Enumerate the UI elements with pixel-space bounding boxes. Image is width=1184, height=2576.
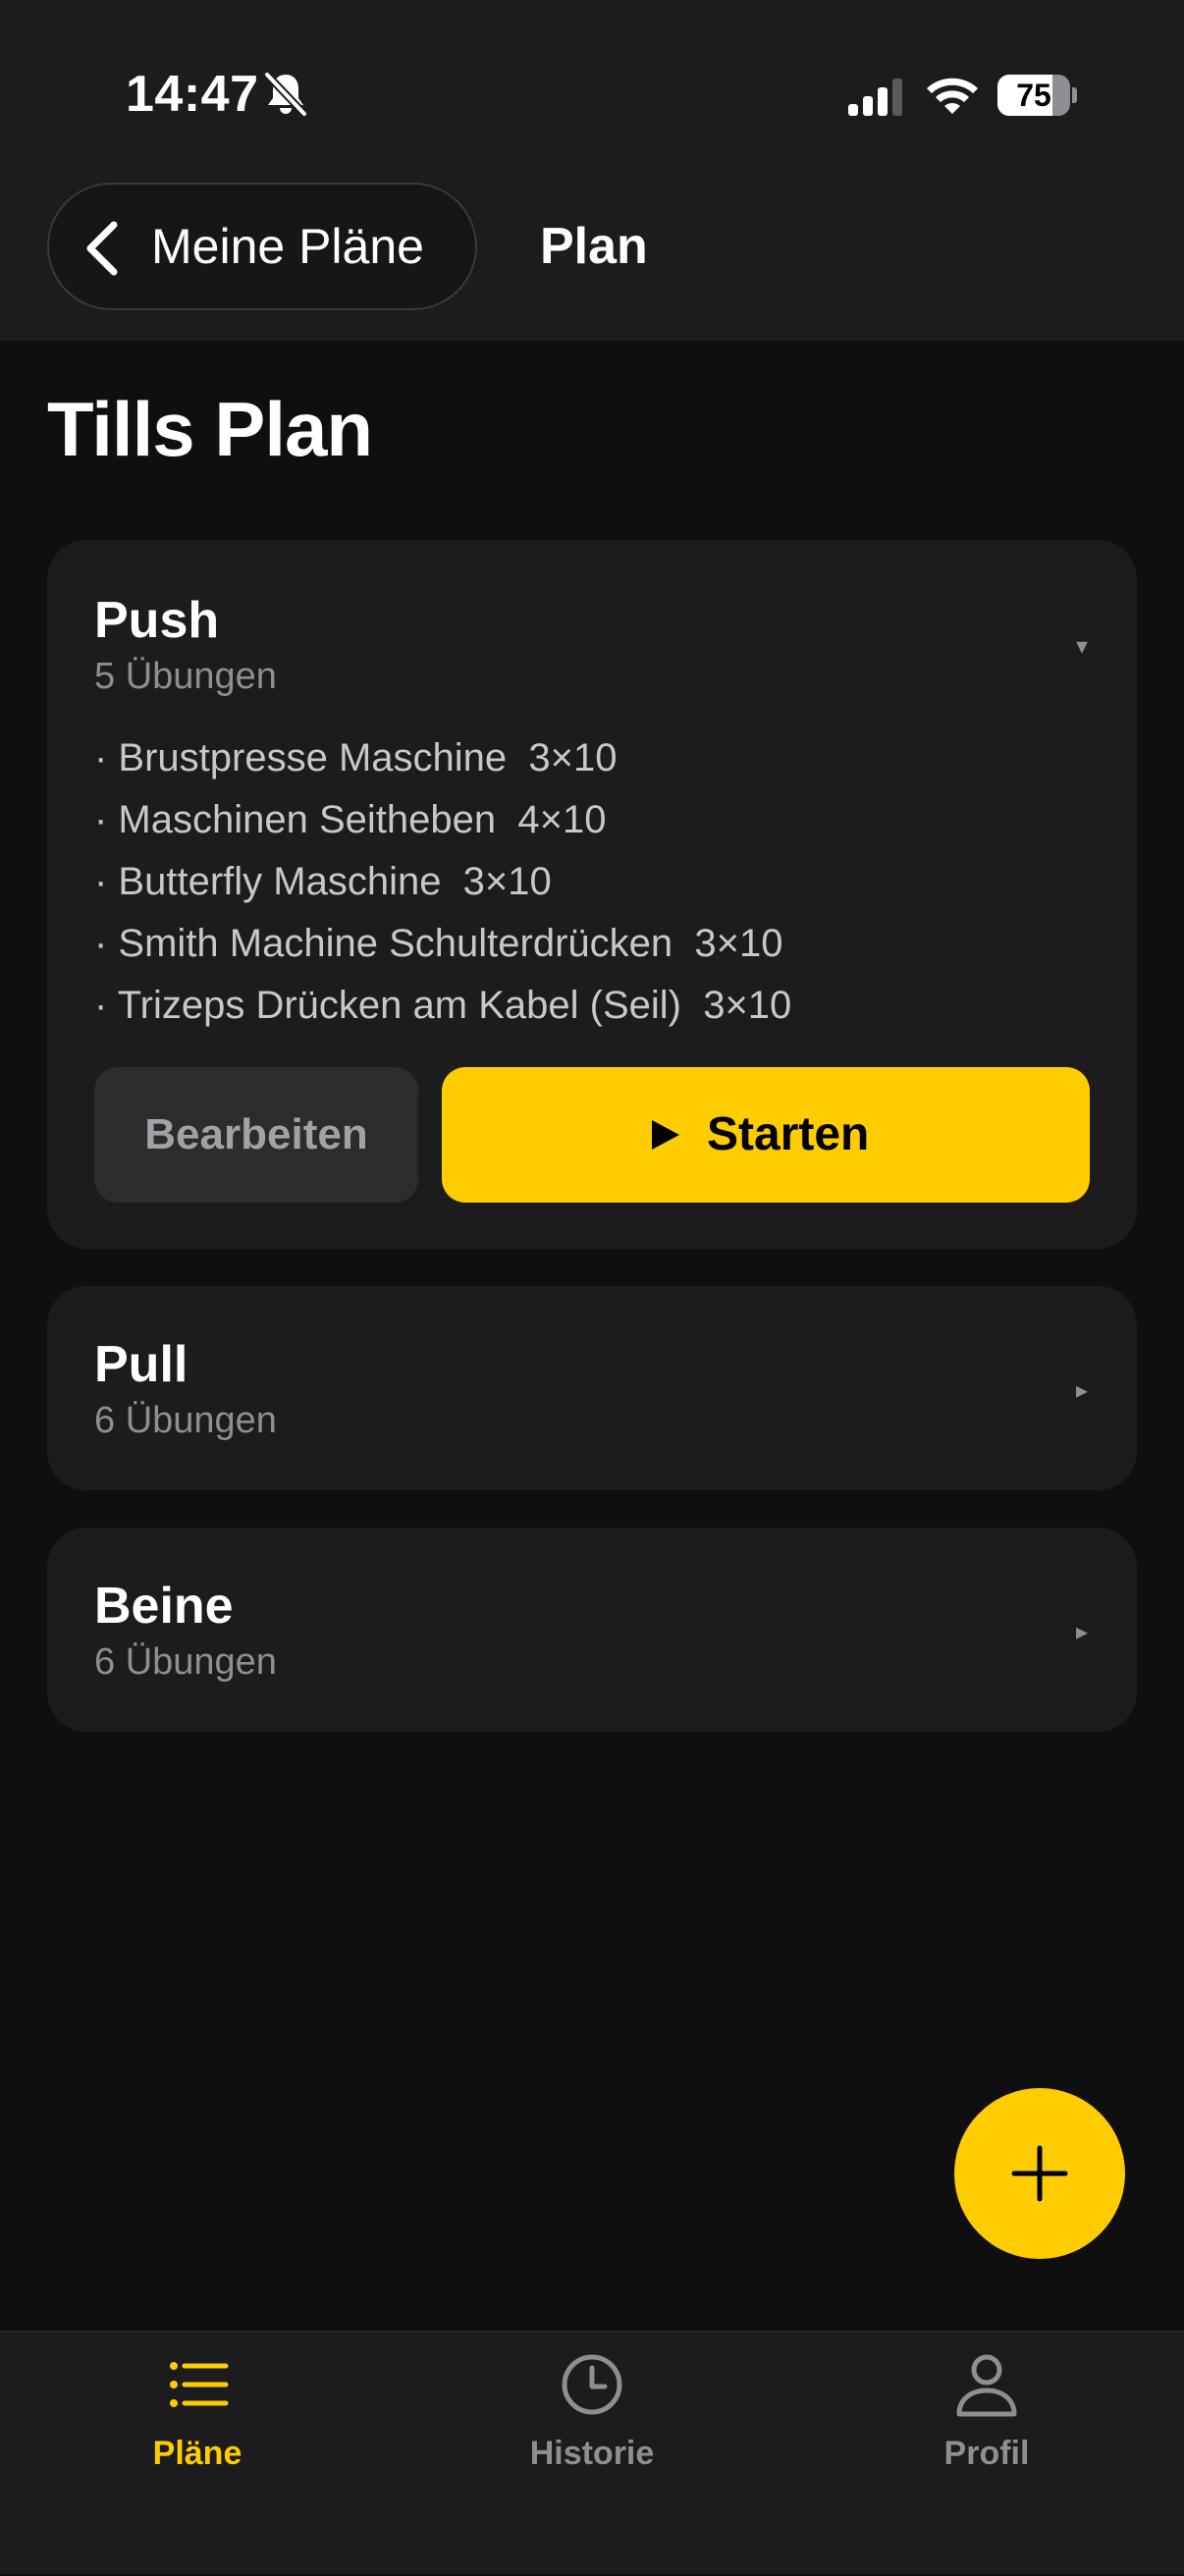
plus-icon	[1011, 2145, 1068, 2202]
exercise-item: · Smith Machine Schulterdrücken 3×10	[94, 922, 783, 965]
edit-button[interactable]: Bearbeiten	[94, 1067, 418, 1203]
back-button[interactable]: Meine Pläne	[47, 183, 477, 310]
tab-plaene[interactable]: Pläne	[0, 2333, 395, 2576]
battery-percent: 75	[1016, 78, 1051, 113]
top-bar: 14:47 75 Meine Pläne Plan	[0, 0, 1184, 341]
start-button[interactable]: Starten	[442, 1067, 1090, 1203]
tab-bar: Pläne Historie Profil	[0, 2331, 1184, 2574]
chevron-right-icon[interactable]: ▸	[1076, 1618, 1088, 1646]
bell-slash-icon	[264, 72, 307, 117]
plan-name: Beine	[94, 1578, 234, 1635]
cellular-signal-icon	[848, 79, 902, 116]
plan-card-push[interactable]: Push 5 Übungen ▾ · Brustpresse Maschine …	[47, 540, 1137, 1249]
play-icon	[652, 1120, 679, 1150]
clock-icon	[562, 2354, 622, 2415]
chevron-right-icon[interactable]: ▸	[1076, 1376, 1088, 1405]
battery-body: 75	[997, 75, 1070, 116]
plan-exercise-count: 6 Übungen	[94, 1641, 277, 1683]
plan-exercise-count: 6 Übungen	[94, 1400, 277, 1441]
exercise-item: · Trizeps Drücken am Kabel (Seil) 3×10	[94, 984, 792, 1027]
plan-card-beine[interactable]: Beine 6 Übungen ▸	[47, 1528, 1137, 1732]
start-button-label: Starten	[707, 1108, 870, 1160]
chevron-left-icon	[86, 221, 118, 276]
add-plan-button[interactable]	[954, 2088, 1125, 2259]
plan-card-pull[interactable]: Pull 6 Übungen ▸	[47, 1286, 1137, 1490]
battery-tip	[1072, 87, 1077, 103]
nav-title: Plan	[540, 218, 648, 275]
person-icon	[956, 2354, 1017, 2417]
tab-label: Historie	[529, 2435, 655, 2472]
exercise-item: · Maschinen Seitheben 4×10	[94, 798, 607, 841]
wifi-icon	[927, 78, 978, 114]
plan-name: Push	[94, 592, 220, 649]
battery-indicator: 75	[997, 75, 1077, 116]
exercise-item: · Butterfly Maschine 3×10	[94, 860, 552, 903]
tab-historie[interactable]: Historie	[395, 2333, 789, 2576]
plan-name: Pull	[94, 1336, 188, 1393]
tab-label: Profil	[943, 2435, 1030, 2472]
list-icon	[170, 2362, 229, 2407]
plan-exercise-count: 5 Übungen	[94, 656, 277, 697]
tab-label: Pläne	[152, 2435, 242, 2472]
chevron-down-icon[interactable]: ▾	[1076, 632, 1088, 661]
tab-profil[interactable]: Profil	[789, 2333, 1184, 2576]
status-time: 14:47	[126, 66, 259, 123]
exercise-item: · Brustpresse Maschine 3×10	[94, 736, 618, 779]
page-title: Tills Plan	[47, 386, 373, 472]
back-button-label: Meine Pläne	[151, 219, 424, 274]
